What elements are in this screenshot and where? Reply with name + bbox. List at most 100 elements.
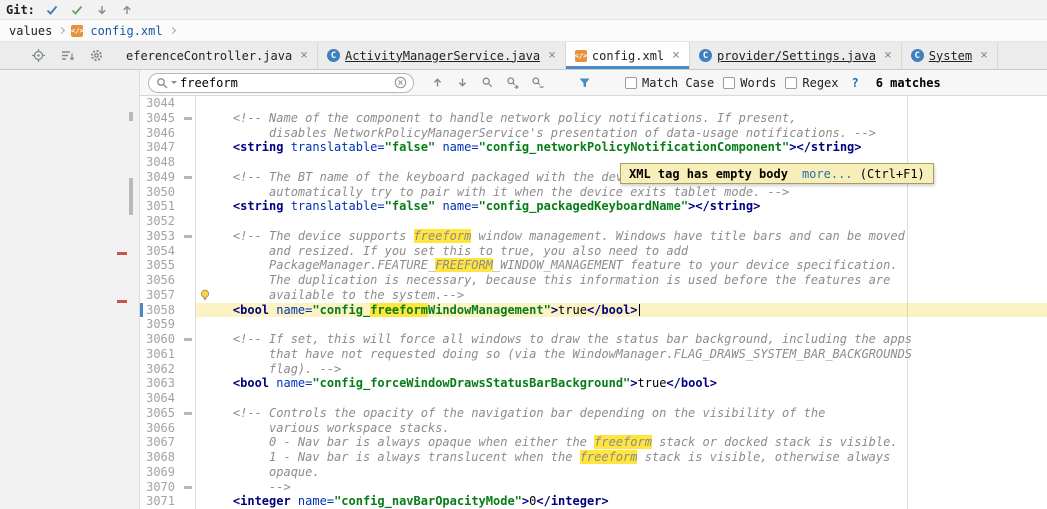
checkbox-icon[interactable] [723, 76, 736, 89]
line-number[interactable]: 3058 [140, 302, 180, 318]
tooltip-more-link[interactable]: more... [802, 167, 853, 181]
line-number[interactable]: 3061 [140, 346, 180, 362]
previous-match-icon[interactable] [429, 75, 445, 91]
tab-config-xml[interactable]: config.xml × [565, 42, 690, 69]
line-number[interactable]: 3048 [140, 155, 180, 170]
find-occurrence-icon[interactable] [479, 75, 495, 91]
sort-tabs-icon[interactable] [59, 48, 75, 64]
line-number[interactable]: 3067 [140, 435, 180, 450]
line-number[interactable]: 3052 [140, 214, 180, 229]
code-line[interactable]: 3067 0 - Nav bar is always opaque when e… [140, 435, 1047, 450]
fold-marker[interactable] [180, 228, 196, 244]
line-number[interactable]: 3070 [140, 479, 180, 495]
code-line[interactable]: 3053 <!-- The device supports freeform w… [140, 228, 1047, 244]
line-number[interactable]: 3065 [140, 405, 180, 421]
fold-marker[interactable] [180, 405, 196, 421]
line-number[interactable]: 3053 [140, 228, 180, 244]
code-line[interactable]: 3050 automatically try to pair with it w… [140, 184, 1047, 200]
locate-file-icon[interactable] [30, 48, 46, 64]
gear-icon[interactable] [88, 48, 104, 64]
line-number[interactable]: 3063 [140, 376, 180, 391]
arrow-down-icon[interactable] [94, 2, 110, 18]
code-line[interactable]: 3046 disables NetworkPolicyManagerServic… [140, 125, 1047, 141]
filter-funnel-icon[interactable] [576, 75, 592, 91]
code-line[interactable]: 3063 <bool name="config_forceWindowDraws… [140, 376, 1047, 391]
code-line[interactable]: 3051 <string translatable="false" name="… [140, 199, 1047, 214]
line-number[interactable]: 3066 [140, 420, 180, 436]
fold-marker[interactable] [180, 332, 196, 347]
close-tab-icon[interactable]: × [884, 49, 892, 62]
tab-provider-settings-java[interactable]: Cprovider/Settings.java × [690, 42, 902, 69]
remove-occurrence-icon[interactable] [529, 75, 545, 91]
code-line[interactable]: 3054 and resized. If you set this to tru… [140, 243, 1047, 259]
checkbox-icon[interactable] [625, 76, 637, 89]
search-field[interactable] [148, 72, 414, 93]
code-line[interactable]: 3060 <!-- If set, this will force all wi… [140, 332, 1047, 347]
breadcrumb-folder[interactable]: values [9, 24, 52, 38]
code-line[interactable]: 3059 [140, 317, 1047, 332]
close-tab-icon[interactable]: × [672, 49, 680, 62]
code-line[interactable]: 3069 opaque. [140, 464, 1047, 480]
code-line[interactable]: 3057 available to the system.--> [140, 287, 1047, 303]
next-match-icon[interactable] [454, 75, 470, 91]
line-number[interactable]: 3046 [140, 125, 180, 141]
code-line[interactable]: 3045 <!-- Name of the component to handl… [140, 110, 1047, 126]
tab-system[interactable]: C System × [902, 42, 998, 69]
line-number[interactable]: 3044 [140, 96, 180, 111]
code-line[interactable]: 3065 <!-- Controls the opacity of the na… [140, 405, 1047, 421]
line-number[interactable]: 3062 [140, 361, 180, 377]
code-line[interactable]: 3066 various workspace stacks. [140, 420, 1047, 436]
code-line[interactable]: 3062 flag). --> [140, 361, 1047, 377]
line-number[interactable]: 3071 [140, 494, 180, 509]
regex-checkbox[interactable]: Regex [785, 76, 839, 90]
check-blue-icon[interactable] [44, 2, 60, 18]
code-line[interactable]: 3058 <bool name="config_freeformWindowMa… [140, 302, 1047, 318]
code-line[interactable]: 3056 The duplication is necessary, becau… [140, 273, 1047, 288]
line-number[interactable]: 3068 [140, 450, 180, 465]
line-number[interactable]: 3045 [140, 110, 180, 126]
line-number[interactable]: 3051 [140, 199, 180, 214]
close-tab-icon[interactable]: × [548, 49, 556, 62]
fold-marker[interactable] [180, 479, 196, 495]
code-line[interactable]: 3068 1 - Nav bar is always translucent w… [140, 450, 1047, 465]
add-occurrence-icon[interactable] [504, 75, 520, 91]
code-line[interactable]: 3047 <string translatable="false" name="… [140, 140, 1047, 155]
line-number[interactable]: 3047 [140, 140, 180, 155]
clear-search-icon[interactable] [393, 75, 407, 91]
xml-file-icon [71, 24, 84, 37]
fold-marker[interactable] [180, 110, 196, 126]
search-input[interactable] [180, 75, 390, 90]
line-number[interactable]: 3049 [140, 169, 180, 185]
code-line[interactable]: 3064 [140, 391, 1047, 406]
code-line[interactable]: 3044 [140, 96, 1047, 111]
line-number[interactable]: 3054 [140, 243, 180, 259]
line-number[interactable]: 3050 [140, 184, 180, 200]
search-history-dropdown-icon[interactable] [171, 81, 177, 84]
line-number[interactable]: 3056 [140, 273, 180, 288]
line-number[interactable]: 3069 [140, 464, 180, 480]
checkbox-icon[interactable] [785, 76, 798, 89]
code-line[interactable]: 3055 PackageManager.FEATURE_FREEFORM_WIN… [140, 258, 1047, 273]
line-number[interactable]: 3064 [140, 391, 180, 406]
line-number[interactable]: 3055 [140, 258, 180, 273]
code-line[interactable]: 3070 --> [140, 479, 1047, 495]
code-line[interactable]: 3061 that have not requested doing so (v… [140, 346, 1047, 362]
code-text: <string translatable="false" name="confi… [196, 199, 1047, 214]
close-tab-icon[interactable]: × [300, 49, 308, 62]
line-number[interactable]: 3059 [140, 317, 180, 332]
words-checkbox[interactable]: Words [723, 76, 776, 90]
fold-marker[interactable] [180, 169, 196, 185]
line-number[interactable]: 3060 [140, 332, 180, 347]
code-line[interactable]: 3071 <integer name="config_navBarOpacity… [140, 494, 1047, 509]
help-link[interactable]: ? [852, 76, 859, 90]
match-case-checkbox[interactable]: Match Case [625, 76, 714, 90]
editor[interactable]: 3044 3045 <!-- Name of the component to h… [140, 96, 1047, 509]
breadcrumb-file[interactable]: config.xml [90, 24, 162, 38]
arrow-up-icon[interactable] [119, 2, 135, 18]
close-tab-icon[interactable]: × [980, 49, 988, 62]
code-line[interactable]: 3052 [140, 214, 1047, 229]
tab-eferencecontroller-java[interactable]: eferenceController.java × [117, 42, 318, 69]
tab-activitymanagerservice-java[interactable]: C ActivityManagerService.java × [318, 42, 566, 69]
check-green-icon[interactable] [69, 2, 85, 18]
line-number[interactable]: 3057 [140, 287, 180, 303]
